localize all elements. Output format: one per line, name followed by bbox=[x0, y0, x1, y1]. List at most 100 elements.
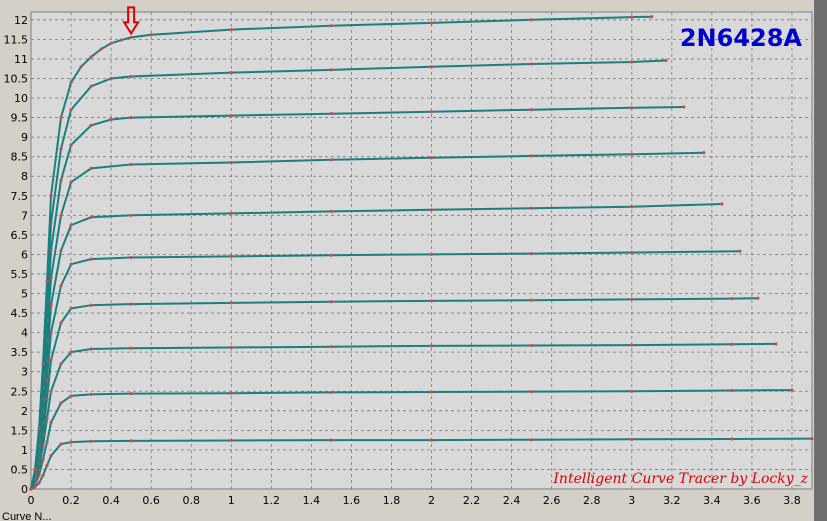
data-point bbox=[630, 343, 634, 347]
x-tick-label: 3.4 bbox=[703, 494, 721, 507]
data-point bbox=[129, 115, 133, 120]
data-point bbox=[129, 162, 133, 167]
data-point bbox=[329, 253, 333, 257]
data-point bbox=[730, 388, 734, 393]
data-point bbox=[329, 438, 333, 442]
data-point bbox=[89, 392, 93, 396]
data-point bbox=[229, 160, 233, 165]
x-tick-label: 0 bbox=[28, 494, 35, 507]
data-point bbox=[59, 284, 63, 288]
data-point bbox=[129, 74, 133, 79]
data-point bbox=[229, 391, 233, 395]
status-text: Curve N... bbox=[2, 511, 52, 521]
data-point bbox=[810, 436, 814, 441]
data-point bbox=[630, 297, 634, 301]
data-point bbox=[720, 202, 724, 206]
data-point bbox=[129, 35, 133, 40]
data-point bbox=[99, 47, 103, 51]
data-point bbox=[429, 438, 434, 442]
data-point bbox=[429, 390, 434, 394]
data-point bbox=[730, 296, 734, 301]
data-point bbox=[774, 342, 778, 346]
data-point bbox=[530, 62, 534, 66]
data-point bbox=[329, 300, 333, 304]
data-point bbox=[429, 110, 434, 114]
data-point bbox=[530, 206, 534, 210]
data-point bbox=[109, 117, 113, 122]
plot-area bbox=[30, 11, 813, 490]
y-tick-label: 8.5 bbox=[11, 151, 29, 164]
data-point bbox=[129, 255, 133, 260]
data-point bbox=[89, 55, 93, 59]
data-point bbox=[69, 143, 73, 147]
x-tick-label: 2 bbox=[428, 494, 435, 507]
data-point bbox=[630, 250, 634, 255]
window-edge bbox=[814, 0, 827, 521]
data-point bbox=[329, 345, 333, 349]
data-point bbox=[69, 440, 73, 444]
data-point bbox=[69, 108, 73, 112]
data-point bbox=[41, 362, 45, 366]
data-point bbox=[89, 347, 93, 351]
data-point bbox=[59, 401, 63, 405]
y-tick-label: 1 bbox=[21, 444, 28, 457]
data-point bbox=[229, 438, 233, 443]
data-point bbox=[530, 252, 534, 256]
data-point bbox=[79, 65, 83, 69]
data-point bbox=[756, 296, 760, 300]
x-tick-label: 1.4 bbox=[303, 494, 321, 507]
data-point bbox=[49, 358, 53, 362]
data-point bbox=[59, 213, 63, 217]
data-point bbox=[129, 213, 133, 217]
data-point bbox=[49, 194, 53, 198]
chart-window: 0 0.2 0.4 0.6 0.8 1 1.2 1.4 1.6 1.8 2 2.2 2.4 2.6 2.8 3… bbox=[0, 0, 827, 521]
data-point bbox=[429, 252, 434, 257]
x-tick-label: 1 bbox=[228, 494, 235, 507]
y-tick-label: 9.5 bbox=[11, 112, 29, 125]
data-point bbox=[149, 33, 153, 37]
data-point bbox=[329, 390, 333, 395]
data-point bbox=[229, 71, 233, 75]
data-point bbox=[530, 298, 534, 302]
data-point bbox=[664, 58, 668, 63]
data-point bbox=[59, 362, 63, 366]
data-point bbox=[37, 481, 41, 485]
data-point bbox=[429, 156, 434, 160]
data-point bbox=[530, 343, 534, 348]
data-point bbox=[229, 27, 233, 32]
data-point bbox=[45, 463, 49, 468]
y-tick-label: 0.5 bbox=[11, 463, 29, 476]
data-point bbox=[69, 80, 73, 84]
data-point bbox=[109, 41, 113, 45]
y-tick-label: 8 bbox=[21, 170, 28, 183]
data-point bbox=[89, 123, 93, 127]
data-point bbox=[329, 158, 333, 162]
data-point bbox=[69, 306, 73, 310]
data-point bbox=[89, 215, 93, 219]
data-point bbox=[429, 65, 434, 69]
data-point bbox=[630, 60, 634, 64]
data-point bbox=[129, 302, 133, 306]
y-tick-label: 3.5 bbox=[11, 346, 29, 359]
y-tick-label: 0 bbox=[21, 483, 28, 496]
y-tick-label: 1.5 bbox=[11, 424, 29, 437]
data-point bbox=[69, 180, 73, 184]
chart: 0 0.2 0.4 0.6 0.8 1 1.2 1.4 1.6 1.8 2 2.2 2.4 2.6 2.8 3… bbox=[0, 0, 827, 521]
data-point bbox=[530, 108, 534, 112]
y-tick-label: 2 bbox=[21, 405, 28, 418]
data-point bbox=[59, 321, 63, 325]
data-point bbox=[129, 439, 133, 443]
data-point bbox=[730, 437, 734, 441]
data-point bbox=[730, 342, 734, 346]
data-point bbox=[59, 442, 63, 446]
x-tick-label: 0.6 bbox=[142, 494, 160, 507]
data-point bbox=[45, 440, 49, 444]
x-tick-label: 1.6 bbox=[343, 494, 361, 507]
x-tick-label: 3.8 bbox=[783, 494, 801, 507]
data-point bbox=[129, 346, 133, 350]
data-point bbox=[229, 114, 233, 118]
data-point bbox=[229, 211, 233, 215]
x-tick-label: 0.4 bbox=[102, 494, 120, 507]
data-point bbox=[229, 254, 233, 258]
data-point bbox=[630, 389, 634, 393]
